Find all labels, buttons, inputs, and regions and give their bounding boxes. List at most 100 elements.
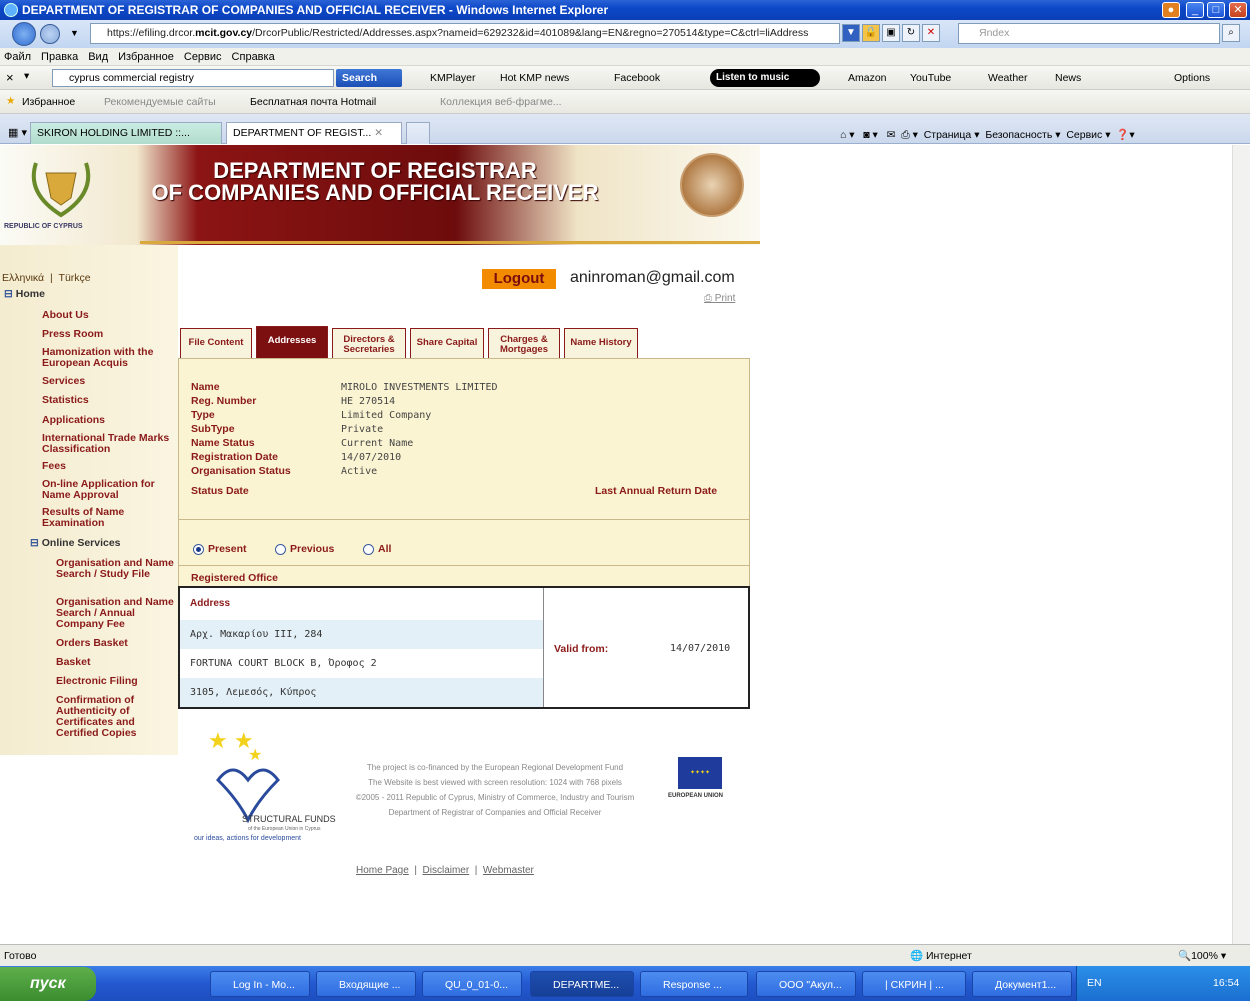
menu-file[interactable]: Файл (4, 51, 31, 63)
toolbar-menu-icon[interactable]: ▾ (24, 70, 29, 82)
radio-present[interactable]: Present (193, 543, 247, 555)
listen-music-button[interactable]: Listen to music (710, 69, 820, 87)
yandex-search-input[interactable]: Яndex (958, 23, 1220, 44)
page-menu[interactable]: Страница (924, 129, 972, 141)
options-link[interactable]: Options (1174, 72, 1210, 84)
close-button[interactable]: ✕ (1229, 2, 1247, 18)
home-page-link[interactable]: Home Page (356, 865, 409, 876)
nav-press-room[interactable]: Press Room (42, 329, 172, 340)
radio-all[interactable]: All (363, 543, 391, 555)
back-button[interactable] (12, 22, 36, 46)
refresh-icon[interactable]: ↻ (902, 24, 920, 42)
hotkmp-link[interactable]: Hot KMP news (500, 72, 569, 84)
nav-services[interactable]: Services (42, 376, 172, 387)
close-toolbar-icon[interactable]: × (6, 70, 14, 85)
quick-tabs-icon[interactable]: ▦ ▾ (8, 126, 27, 139)
youtube-link[interactable]: YouTube (910, 72, 951, 84)
favorites-label[interactable]: Избранное (22, 96, 75, 108)
menu-edit[interactable]: Правка (41, 51, 78, 63)
hotmail-link[interactable]: Бесплатная почта Hotmail (250, 96, 376, 108)
label-status-date: Status Date (191, 485, 249, 497)
lock-icon[interactable]: 🔒 (862, 24, 880, 42)
nav-confirmation[interactable]: Confirmation of Authenticity of Certific… (56, 695, 176, 739)
nav-orders-basket[interactable]: Orders Basket (56, 638, 176, 649)
facebook-link[interactable]: Facebook (614, 72, 660, 84)
nav-statistics[interactable]: Statistics (42, 395, 172, 406)
print-link[interactable]: ⎙ Print (704, 293, 735, 304)
tab-skiron[interactable]: SKIRON HOLDING LIMITED ::... (30, 122, 222, 144)
url-dropdown-icon[interactable]: ▼ (842, 24, 860, 42)
task-akula[interactable]: ООО "Акул... (756, 971, 856, 997)
tab-addresses[interactable]: Addresses (256, 326, 328, 359)
lang-turkish-link[interactable]: Türkçe (59, 272, 91, 284)
maximize-button[interactable]: □ (1207, 2, 1225, 18)
nav-electronic-filing[interactable]: Electronic Filing (56, 676, 176, 687)
amazon-link[interactable]: Amazon (848, 72, 887, 84)
mail-icon[interactable]: ✉ (887, 129, 896, 141)
tab-department[interactable]: DEPARTMENT OF REGIST... ✕ (226, 122, 402, 144)
print-tool-icon[interactable]: ⎙ ▾ (901, 129, 918, 141)
nav-harmonization[interactable]: Hamonization with the European Acquis (42, 347, 172, 369)
nav-home[interactable]: ⊟ Home (4, 289, 45, 300)
nav-applications[interactable]: Applications (42, 415, 172, 426)
nav-name-examination[interactable]: Results of Name Examination (42, 507, 172, 529)
home-icon[interactable]: ⌂ ▾ (840, 129, 855, 141)
task-login[interactable]: Log In - Mo... (210, 971, 310, 997)
ask-search-button[interactable]: Search Ask (336, 69, 402, 102)
menu-help[interactable]: Справка (232, 51, 275, 63)
kmplayer-link[interactable]: KMPlayer (430, 72, 476, 84)
task-qu[interactable]: QU_0_01-0... (422, 971, 522, 997)
nav-about-us[interactable]: About Us (42, 310, 172, 321)
svg-text:our ideas, actions for develop: our ideas, actions for development (194, 835, 301, 842)
compat-icon[interactable]: ▣ (882, 24, 900, 42)
tools-menu[interactable]: Сервис (1066, 129, 1102, 141)
logout-button[interactable]: Logout (482, 269, 556, 289)
nav-search-annual[interactable]: Organisation and Name Search / Annual Co… (56, 597, 176, 630)
lang-greek-link[interactable]: Ελληνικά (2, 272, 44, 284)
tab-name-history[interactable]: Name History (564, 328, 638, 359)
ask-toolbar: × ▾ cyprus commercial registry Search As… (0, 66, 1250, 102)
ask-search-input[interactable]: cyprus commercial registry (52, 69, 334, 87)
webmaster-link[interactable]: Webmaster (483, 865, 534, 876)
stop-icon[interactable]: ✕ (922, 24, 940, 42)
task-inbox[interactable]: Входящие ... (316, 971, 416, 997)
tab-charges[interactable]: Charges & Mortgages (488, 328, 560, 359)
menu-favorites[interactable]: Избранное (118, 51, 174, 63)
task-department[interactable]: DEPARTME... (530, 971, 634, 997)
tab-directors[interactable]: Directors & Secretaries (332, 328, 406, 359)
recommended-sites-link[interactable]: Рекомендуемые сайты (104, 96, 216, 108)
url-field[interactable]: https://efiling.drcor.mcit.gov.cy/DrcorP… (90, 23, 840, 44)
feeds-icon[interactable]: ◙ ▾ (863, 129, 878, 141)
menu-view[interactable]: Вид (88, 51, 108, 63)
weather-link[interactable]: Weather (988, 72, 1028, 84)
history-dropdown-icon[interactable]: ▼ (70, 28, 79, 38)
disclaimer-link[interactable]: Disclaimer (423, 865, 470, 876)
task-skrin[interactable]: | СКРИН | ... (862, 971, 966, 997)
task-document[interactable]: Документ1... (972, 971, 1072, 997)
zoom-level[interactable]: 🔍100% ▾ (1178, 945, 1226, 967)
search-icon[interactable]: ⌕ (1222, 24, 1240, 42)
start-button[interactable]: пуск (0, 967, 96, 1001)
tab-share-capital[interactable]: Share Capital (410, 328, 484, 359)
radio-previous[interactable]: Previous (275, 543, 334, 555)
nav-fees[interactable]: Fees (42, 461, 172, 472)
language-indicator[interactable]: EN (1087, 977, 1102, 989)
news-link[interactable]: News (1055, 72, 1081, 84)
nav-online-services[interactable]: ⊟ Online Services (30, 538, 121, 549)
menu-tools[interactable]: Сервис (184, 51, 222, 63)
safety-menu[interactable]: Безопасность (985, 129, 1052, 141)
nav-trade-marks[interactable]: International Trade Marks Classification (42, 433, 172, 455)
new-tab-button[interactable] (406, 122, 430, 144)
nav-basket[interactable]: Basket (56, 657, 176, 668)
task-response[interactable]: Response ... (640, 971, 748, 997)
tab-file-content[interactable]: File Content (180, 328, 252, 359)
forward-button[interactable] (40, 24, 60, 44)
label-name: Name (191, 381, 220, 393)
minimize-button[interactable]: _ (1186, 2, 1204, 18)
registered-office-heading: Registered Office (191, 572, 278, 584)
nav-search-study[interactable]: Organisation and Name Search / Study Fil… (56, 558, 176, 580)
help-icon[interactable]: ❓▾ (1116, 129, 1134, 141)
vertical-scrollbar[interactable] (1232, 145, 1250, 944)
nav-name-approval[interactable]: On-line Application for Name Approval (42, 479, 172, 501)
webslice-gallery-link[interactable]: Коллекция веб-фрагме... (440, 96, 562, 108)
